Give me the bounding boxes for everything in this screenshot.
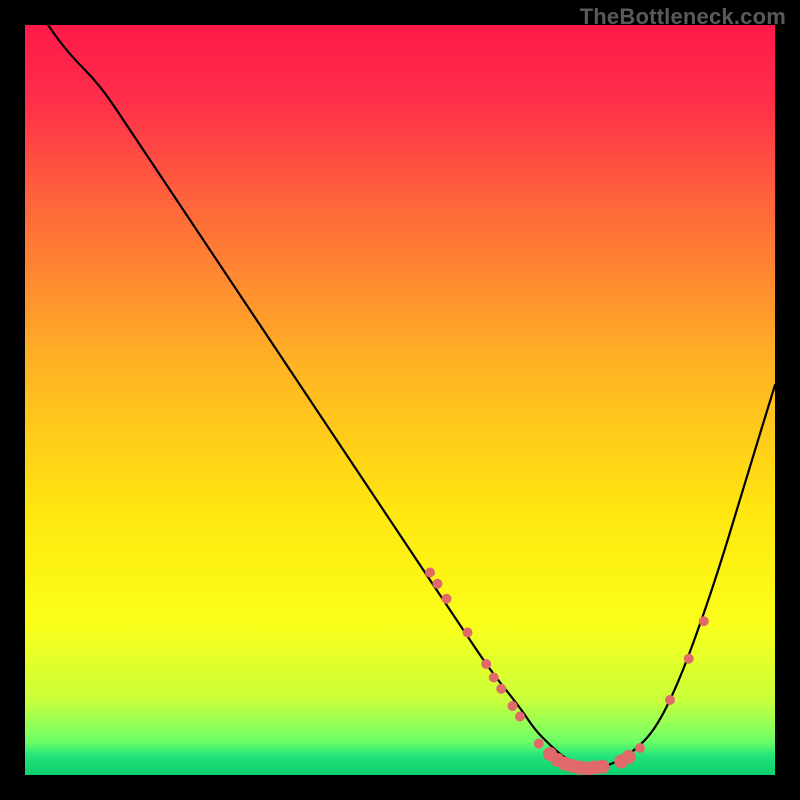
chart-frame: TheBottleneck.com (0, 0, 800, 800)
curve-marker (635, 743, 645, 753)
curve-marker (534, 739, 544, 749)
curve-marker (425, 568, 435, 578)
curve-marker (622, 750, 636, 764)
curve-marker (433, 579, 443, 589)
curve-marker (489, 673, 499, 683)
curve-marker (463, 628, 473, 638)
curve-marker (684, 654, 694, 664)
curve-marker (699, 616, 709, 626)
gradient-background (25, 25, 775, 775)
curve-marker (665, 695, 675, 705)
curve-marker (515, 712, 525, 722)
curve-marker (481, 659, 491, 669)
plot-area (25, 25, 775, 775)
curve-marker (442, 594, 452, 604)
bottleneck-chart (25, 25, 775, 775)
curve-marker (596, 760, 610, 774)
curve-marker (508, 701, 518, 711)
curve-marker (496, 684, 506, 694)
